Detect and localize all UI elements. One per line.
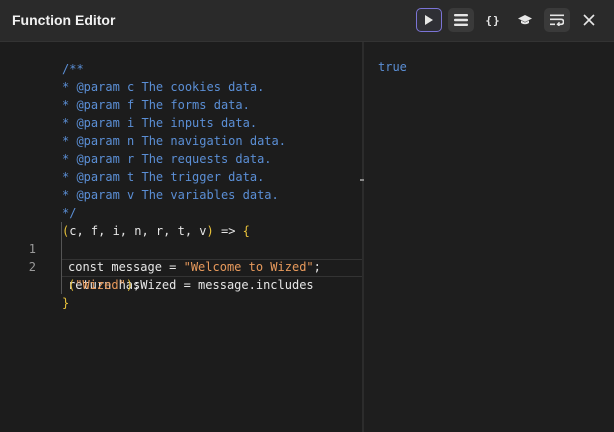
- format-code-button[interactable]: {}: [480, 8, 506, 32]
- code-line: 1 const message = "Welcome to Wized";: [0, 222, 362, 274]
- list-view-button[interactable]: [448, 8, 474, 32]
- doc-comment-line: * @param f The forms data.: [62, 98, 250, 112]
- close-icon: [583, 14, 595, 26]
- doc-comment-line: /**: [62, 62, 84, 76]
- doc-comment-line: */: [62, 206, 77, 220]
- braces-icon: {}: [485, 13, 501, 27]
- wrapped-code-line: ("Wized");: [68, 278, 141, 292]
- word-wrap-icon: [550, 14, 564, 26]
- doc-comment-line: * @param v The variables data.: [62, 188, 279, 202]
- code-editor[interactable]: /** * @param c The cookies data. * @para…: [0, 42, 362, 432]
- doc-comment-line: * @param n The navigation data.: [62, 134, 286, 148]
- doc-comment-line: * @param t The trigger data.: [62, 170, 265, 184]
- result-panel: true: [364, 42, 614, 432]
- close-button[interactable]: [576, 8, 602, 32]
- function-signature-line: (c, f, i, n, r, t, v) => {: [0, 204, 362, 238]
- editor-title: Function Editor: [12, 12, 116, 28]
- play-icon: [425, 15, 433, 25]
- code-line: 2 return hasWized = message.includes: [0, 240, 362, 292]
- doc-comment-line: * @param c The cookies data.: [62, 80, 265, 94]
- list-icon: [454, 14, 468, 26]
- doc-comment-line: * @param r The requests data.: [62, 152, 272, 166]
- function-editor-window: Function Editor {} /** * @param c The co…: [0, 0, 614, 432]
- close-brace: }: [62, 296, 70, 310]
- editor-toolbar: {}: [416, 8, 602, 32]
- editor-header: Function Editor {}: [0, 0, 614, 42]
- learn-button[interactable]: [512, 8, 538, 32]
- doc-comment-line: * @param i The inputs data.: [62, 116, 258, 130]
- closing-brace-line: }: [0, 276, 362, 310]
- run-button[interactable]: [416, 8, 442, 32]
- word-wrap-button[interactable]: [544, 8, 570, 32]
- result-value: true: [378, 60, 407, 74]
- graduation-cap-icon: [518, 15, 532, 25]
